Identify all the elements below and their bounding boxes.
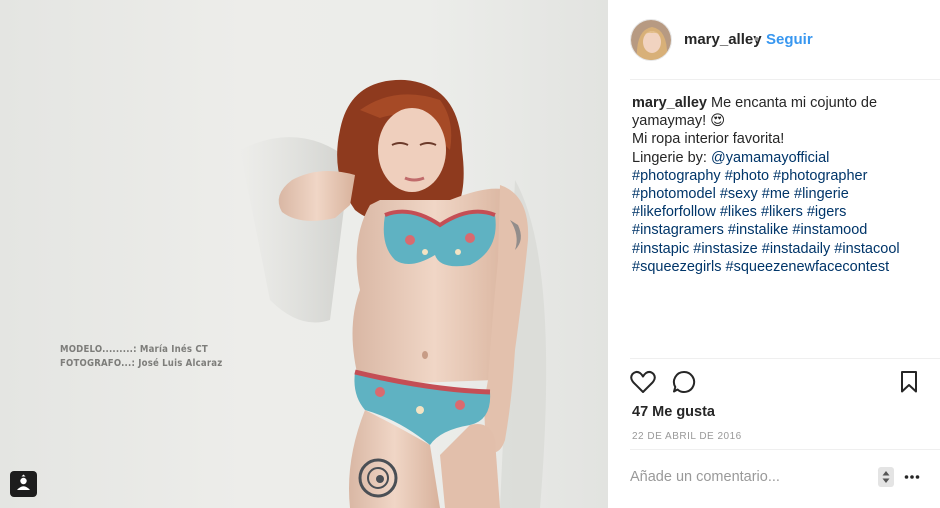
hashtag-line-3[interactable]: #likeforfollow #likes #likers #igers (632, 203, 922, 221)
caption-lingerie-prefix: Lingerie by: (632, 149, 711, 166)
credit-model: MODELO.........: María Inés CT (60, 344, 208, 355)
caption-line-2: yamaymay! 😍 (632, 112, 922, 130)
hashtag-line-6[interactable]: #squeezegirls #squeezenewfacecontest (632, 258, 922, 276)
comment-button[interactable] (672, 370, 696, 399)
mention-link[interactable]: @yamamayofficial (711, 150, 829, 166)
post-header: mary_alley • Seguir (608, 0, 940, 80)
post-author-username[interactable]: mary_alley (684, 31, 762, 48)
tagged-people-button[interactable] (10, 471, 37, 497)
hashtag-line-4[interactable]: #instagramers #instalike #instamood (632, 221, 922, 239)
comment-scroll-stepper[interactable] (878, 467, 894, 487)
post-date[interactable]: 22 DE ABRIL DE 2016 (632, 431, 742, 442)
caption-lingerie-line: Lingerie by: @yamamayofficial (632, 149, 922, 167)
hashtag-line-2[interactable]: #photomodel #sexy #me #lingerie (632, 185, 922, 203)
more-options-button[interactable] (904, 469, 920, 485)
header-divider (630, 79, 940, 80)
caption-text-3: Mi ropa interior favorita! (632, 131, 785, 148)
hashtag-line-5[interactable]: #instapic #instasize #instadaily #instac… (632, 240, 922, 258)
like-button[interactable] (630, 370, 656, 399)
up-down-arrows-icon (882, 471, 890, 483)
caption-text-1: Me encanta mi cojunto de (711, 95, 878, 111)
ellipsis-icon (904, 475, 920, 479)
caption-username[interactable]: mary_alley (632, 95, 707, 111)
post-caption: mary_alley Me encanta mi cojunto de yama… (632, 94, 922, 276)
photo-illustration (240, 79, 547, 508)
follow-button[interactable]: Seguir (766, 31, 813, 48)
header-separator: • (754, 31, 760, 48)
avatar-image (631, 20, 671, 60)
heart-eyes-emoji: 😍 (710, 113, 726, 130)
caption-line-1: mary_alley Me encanta mi cojunto de (632, 94, 922, 112)
person-tag-icon (17, 474, 30, 490)
photo-credits: MODELO.........: María Inés CT FOTOGRAFO… (60, 343, 222, 371)
hashtag-line-1[interactable]: #photography #photo #photographer (632, 167, 922, 185)
post-side-panel: mary_alley • Seguir mary_alley Me encant… (608, 0, 940, 508)
likes-count[interactable]: 47 Me gusta (632, 404, 715, 420)
post-photo: MODELO.........: María Inés CT FOTOGRAFO… (0, 0, 608, 508)
avatar[interactable] (630, 19, 672, 61)
save-button[interactable] (900, 371, 918, 398)
comment-input[interactable] (630, 466, 860, 488)
comment-divider (630, 449, 940, 450)
credit-photographer: FOTOGRAFO...: José Luis Alcaraz (60, 358, 223, 369)
actions-divider (630, 358, 940, 359)
heart-outline-icon (630, 370, 656, 393)
caption-text-2: yamaymay! (632, 113, 707, 130)
speech-bubble-icon (672, 370, 696, 393)
bookmark-icon (901, 371, 917, 393)
